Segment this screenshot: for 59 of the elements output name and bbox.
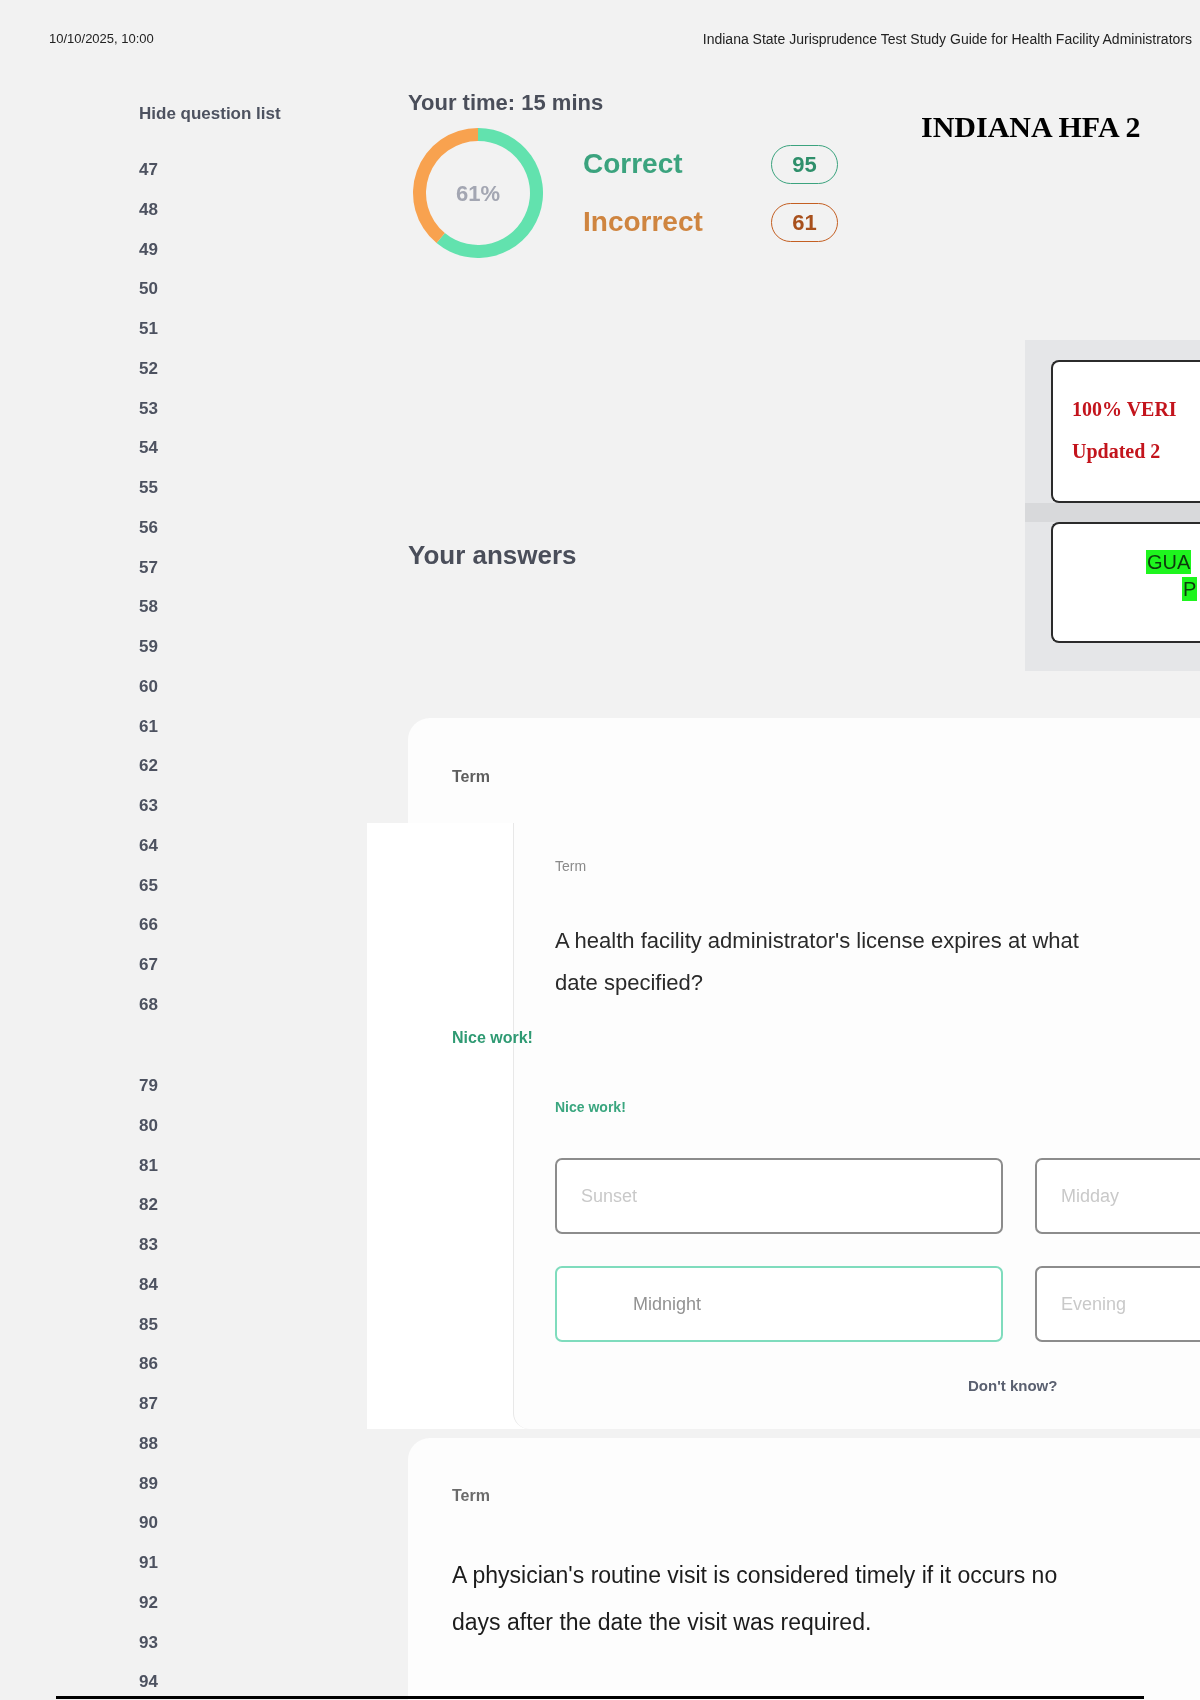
question-text: A health facility administrator's license expires at what date specified? [555,927,1079,997]
question-number-link[interactable]: 65 [139,873,158,898]
promo-text: 100% VERI [1072,397,1177,421]
percent-label: 61% [455,179,500,208]
question-number-link[interactable]: 66 [139,913,158,938]
hide-list-link[interactable]: Hide question list [139,102,281,126]
result-label: Incorrect [583,206,703,238]
question-number-link[interactable]: 56 [139,515,158,540]
question-number-link[interactable]: 58 [139,595,158,620]
term-label: Term [452,1486,490,1506]
question-number-link[interactable]: 67 [139,953,158,977]
question-number-link[interactable]: 59 [139,635,158,659]
promo-text: Updated 2 [1072,439,1161,463]
question-number-link[interactable]: 62 [139,754,158,779]
question-number-link[interactable]: 84 [139,1272,158,1297]
page-title: Indiana State Jurisprudence Test Study Guide for Health Facility Administrators [702,29,1192,49]
term-label: Term [555,857,587,875]
question-number-link[interactable]: 49 [139,237,158,262]
question-number-link[interactable]: 88 [139,1431,158,1456]
question-number-link[interactable]: 89 [139,1471,158,1496]
question-number-link[interactable]: 48 [139,197,158,222]
time-label: Your time: 15 mins [408,89,604,117]
question-number-link[interactable]: 79 [139,1074,158,1098]
question-number-link[interactable]: 57 [139,555,158,580]
question-number-link[interactable]: 52 [139,356,158,381]
question-number-link[interactable]: 92 [139,1590,158,1615]
question-text: A physician's routine visit is considered timely if it occurs no days after the date the visit was required. [452,1560,1058,1637]
feedback-text: Nice work! [452,1028,533,1048]
question-number-link[interactable]: 87 [139,1392,158,1416]
question-number-link[interactable]: 94 [139,1670,158,1695]
question-number-link[interactable]: 64 [139,833,158,858]
term-label: Term [452,767,490,787]
question-number-link[interactable]: 86 [139,1352,158,1377]
promo-text: P [1182,577,1198,601]
question-number-link[interactable]: 54 [139,436,158,461]
question-number-link[interactable]: 85 [139,1312,158,1337]
banner-title: INDIANA HFA 2 [921,113,1141,141]
date-text: 10/10/2025, 10:00 [49,30,154,49]
question-number-link[interactable]: 83 [139,1233,158,1257]
question-number-link[interactable]: 90 [139,1511,158,1536]
question-number-link[interactable]: 93 [139,1630,158,1655]
question-number-link[interactable]: 47 [139,158,158,182]
question-number-link[interactable]: 81 [139,1153,158,1178]
question-number-link[interactable]: 51 [139,317,158,341]
question-number-link[interactable]: 55 [139,476,158,500]
promo-text: GUA [1146,550,1192,574]
question-number-link[interactable]: 50 [139,277,158,302]
question-number-link[interactable]: 68 [139,992,158,1017]
question-number-link[interactable]: 91 [139,1551,158,1575]
question-number-link[interactable]: 63 [139,794,158,818]
question-number-link[interactable]: 60 [139,674,158,699]
question-number-link[interactable]: 53 [139,396,158,421]
question-number-link[interactable]: 61 [139,714,158,739]
section-heading: Your answers [408,539,577,571]
dont-know-link[interactable]: Don't know? [968,1376,1058,1396]
result-label: Correct [583,148,683,180]
question-number-link[interactable]: 82 [139,1193,158,1218]
question-number-link[interactable]: 80 [139,1113,158,1138]
feedback-text: Nice work! [555,1098,626,1116]
